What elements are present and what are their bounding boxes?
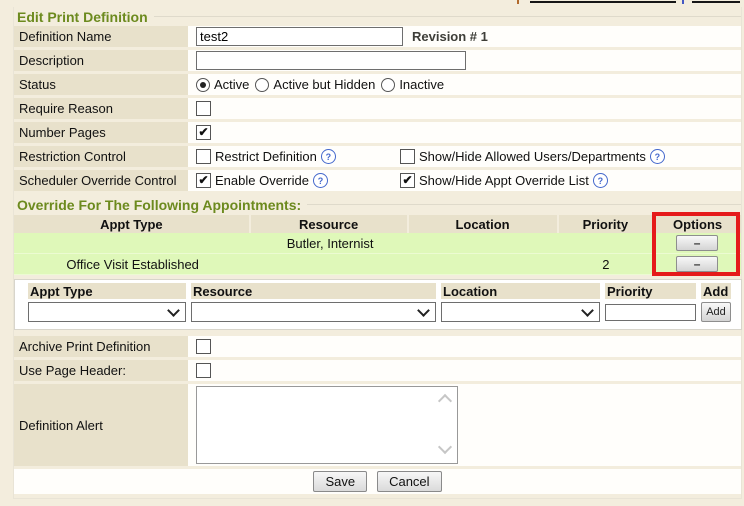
page-title-row: Edit Print Definition bbox=[14, 7, 741, 26]
col-header-appt-type: Appt Type bbox=[14, 215, 249, 233]
priority-input[interactable] bbox=[605, 304, 696, 321]
archive-print-definition-row: Archive Print Definition bbox=[14, 336, 741, 357]
definition-name-row: Definition Name Revision # 1 bbox=[14, 26, 741, 47]
add-col-add: Add bbox=[701, 283, 731, 299]
col-header-resource: Resource bbox=[251, 215, 407, 233]
edit-print-definition-page: Edit Print Definition Definition Name Re… bbox=[0, 0, 744, 506]
use-page-header-row: Use Page Header: bbox=[14, 360, 741, 381]
chevron-down-icon bbox=[417, 304, 430, 317]
definition-alert-row: Definition Alert bbox=[14, 384, 741, 466]
restriction-control-label: Restriction Control bbox=[14, 146, 188, 167]
help-icon[interactable]: ? bbox=[321, 149, 336, 164]
link-separator bbox=[682, 0, 684, 4]
require-reason-label: Require Reason bbox=[14, 98, 188, 119]
col-header-options: Options bbox=[654, 215, 741, 233]
archive-print-definition-label: Archive Print Definition bbox=[14, 336, 188, 357]
col-header-priority: Priority bbox=[559, 215, 653, 233]
restriction-control-row: Restriction Control Restrict Definition … bbox=[14, 146, 741, 167]
priority-cell: 2 bbox=[559, 257, 654, 272]
require-reason-checkbox[interactable] bbox=[196, 101, 211, 116]
description-row: Description bbox=[14, 50, 741, 71]
truncated-link-fragment[interactable] bbox=[517, 0, 519, 4]
legend-divider bbox=[154, 16, 741, 17]
number-pages-label: Number Pages bbox=[14, 122, 188, 143]
location-select[interactable] bbox=[441, 302, 600, 322]
truncated-link[interactable] bbox=[530, 1, 676, 3]
override-table-row: Butler, Internist – bbox=[14, 233, 741, 254]
enable-override-checkbox[interactable] bbox=[196, 173, 211, 188]
legend-divider bbox=[307, 204, 741, 205]
override-table-row: Office Visit Established 2 – bbox=[14, 254, 741, 275]
add-col-resource: Resource bbox=[191, 283, 436, 299]
definition-alert-textarea[interactable] bbox=[197, 387, 457, 463]
show-hide-appt-override-list-label: Show/Hide Appt Override List bbox=[419, 173, 589, 188]
status-label: Status bbox=[14, 74, 188, 95]
status-active-label: Active bbox=[214, 77, 249, 92]
status-inactive-label: Inactive bbox=[399, 77, 444, 92]
add-col-location: Location bbox=[441, 283, 600, 299]
help-icon[interactable]: ? bbox=[313, 173, 328, 188]
use-page-header-label: Use Page Header: bbox=[14, 360, 188, 381]
enable-override-label: Enable Override bbox=[215, 173, 309, 188]
resource-select[interactable] bbox=[191, 302, 436, 322]
col-header-location: Location bbox=[409, 215, 557, 233]
status-active-hidden-radio[interactable] bbox=[255, 78, 269, 92]
require-reason-row: Require Reason bbox=[14, 98, 741, 119]
archive-print-definition-checkbox[interactable] bbox=[196, 339, 211, 354]
save-button[interactable]: Save bbox=[313, 471, 367, 492]
restrict-definition-checkbox[interactable] bbox=[196, 149, 211, 164]
resource-cell: Butler, Internist bbox=[251, 236, 409, 251]
page-title: Edit Print Definition bbox=[17, 9, 148, 25]
add-col-priority: Priority bbox=[605, 283, 696, 299]
truncated-link[interactable] bbox=[692, 1, 740, 3]
status-inactive-radio[interactable] bbox=[381, 78, 395, 92]
definition-alert-label: Definition Alert bbox=[14, 384, 188, 466]
chevron-down-icon bbox=[581, 304, 594, 317]
add-override-panel: Appt Type Resource Location Priority Add… bbox=[14, 279, 742, 330]
restrict-definition-label: Restrict Definition bbox=[215, 149, 317, 164]
description-input[interactable] bbox=[196, 51, 466, 70]
scheduler-override-control-row: Scheduler Override Control Enable Overri… bbox=[14, 170, 741, 191]
override-table-header: Appt Type Resource Location Priority Opt… bbox=[14, 215, 741, 233]
add-col-appt-type: Appt Type bbox=[28, 283, 186, 299]
status-active-hidden-label: Active but Hidden bbox=[273, 77, 375, 92]
number-pages-row: Number Pages bbox=[14, 122, 741, 143]
cancel-button[interactable]: Cancel bbox=[377, 471, 441, 492]
revision-number: Revision # 1 bbox=[412, 29, 488, 44]
show-hide-users-departments-label: Show/Hide Allowed Users/Departments bbox=[419, 149, 646, 164]
help-icon[interactable]: ? bbox=[650, 149, 665, 164]
chevron-down-icon bbox=[167, 304, 180, 317]
override-section-heading: Override For The Following Appointments: bbox=[17, 197, 301, 213]
definition-name-input[interactable] bbox=[196, 27, 403, 46]
show-hide-users-departments-checkbox[interactable] bbox=[400, 149, 415, 164]
add-override-button[interactable]: Add bbox=[701, 302, 731, 322]
description-label: Description bbox=[14, 50, 188, 71]
override-section-heading-row: Override For The Following Appointments: bbox=[14, 195, 741, 214]
number-pages-checkbox[interactable] bbox=[196, 125, 211, 140]
appt-type-select[interactable] bbox=[28, 302, 186, 322]
form-actions-row: Save Cancel bbox=[14, 469, 741, 494]
status-row: Status Active Active but Hidden Inactive bbox=[14, 74, 741, 95]
show-hide-appt-override-list-checkbox[interactable] bbox=[400, 173, 415, 188]
definition-name-label: Definition Name bbox=[14, 26, 188, 47]
edit-print-definition-groupbox: Edit Print Definition Definition Name Re… bbox=[13, 7, 742, 499]
remove-override-button[interactable]: – bbox=[676, 235, 718, 251]
use-page-header-checkbox[interactable] bbox=[196, 363, 211, 378]
remove-override-button[interactable]: – bbox=[676, 256, 718, 272]
scheduler-override-control-label: Scheduler Override Control bbox=[14, 170, 188, 191]
appt-type-cell: Office Visit Established bbox=[14, 257, 251, 272]
help-icon[interactable]: ? bbox=[593, 173, 608, 188]
status-active-radio[interactable] bbox=[196, 78, 210, 92]
